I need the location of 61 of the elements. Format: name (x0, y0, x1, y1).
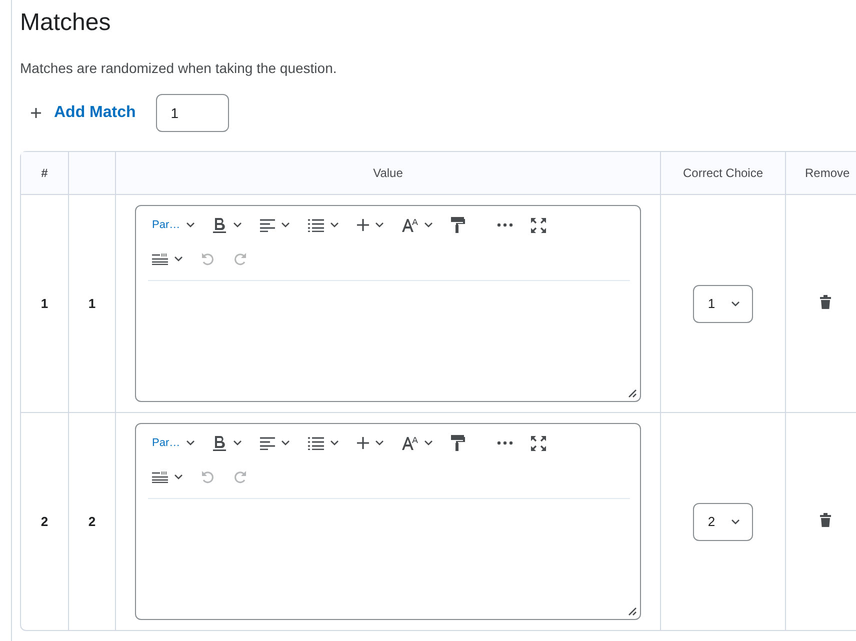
align-left-icon (260, 218, 276, 232)
font-size-icon (402, 218, 418, 232)
font-size-icon (402, 436, 418, 450)
trash-icon (820, 295, 831, 309)
rich-text-editor[interactable]: Par… (135, 423, 641, 620)
bold-icon (213, 435, 228, 451)
bulleted-list-icon (308, 436, 324, 450)
caret-icon (731, 518, 740, 524)
caret-icon (330, 222, 340, 228)
column-header: Correct Choice (682, 166, 764, 180)
paragraph-format-dropdown[interactable]: Par… (148, 212, 200, 238)
caret-icon (375, 440, 384, 446)
correct-choice-dropdown[interactable]: 2 (692, 502, 754, 540)
undo-icon (201, 470, 215, 484)
paragraph-format-dropdown[interactable]: Par… (148, 430, 200, 456)
caret-icon (186, 222, 196, 228)
plus-icon (357, 437, 370, 449)
caret-icon (174, 256, 183, 262)
trash-icon (820, 513, 831, 527)
column-header: Remove (805, 166, 850, 180)
fullscreen-icon (531, 218, 546, 232)
caret-icon (330, 440, 340, 446)
undo-icon (201, 252, 215, 266)
caret-icon (375, 222, 384, 228)
caret-icon (731, 300, 740, 306)
redo-icon (233, 470, 247, 484)
bold-icon (213, 217, 228, 233)
caret-icon (186, 440, 196, 446)
caret-icon (424, 222, 434, 228)
caret-icon (233, 222, 242, 228)
align-left-icon (260, 436, 276, 450)
match-count-field[interactable]: 1 (156, 94, 229, 132)
section-title: Matches (20, 8, 112, 38)
resize-handle-icon[interactable] (627, 388, 637, 398)
rich-text-editor[interactable]: Par… (135, 205, 641, 402)
paint-roller-icon (451, 217, 466, 233)
match-number: 1 (88, 296, 96, 311)
fullscreen-icon (531, 436, 546, 450)
more-icon (497, 441, 514, 445)
add-match-button[interactable]: Add Match (20, 96, 146, 130)
caret-icon (424, 440, 434, 446)
row-number: 2 (40, 514, 48, 529)
line-spacing-icon (152, 471, 168, 483)
resize-handle-icon[interactable] (627, 606, 637, 616)
redo-icon (233, 252, 247, 266)
line-spacing-icon (152, 253, 168, 265)
caret-icon (174, 474, 183, 480)
plus-icon (357, 219, 370, 231)
correct-choice-dropdown[interactable]: 1 (692, 284, 754, 322)
caret-icon (281, 222, 290, 228)
section-description: Matches are randomized when taking the question. (20, 60, 338, 76)
match-number: 2 (88, 514, 96, 529)
row-number: 1 (40, 296, 48, 311)
paint-roller-icon (451, 435, 466, 451)
more-icon (497, 223, 514, 227)
column-header: # (41, 166, 48, 180)
caret-icon (281, 440, 290, 446)
bulleted-list-icon (308, 218, 324, 232)
caret-icon (233, 440, 242, 446)
plus-icon (30, 107, 42, 119)
column-header: Value (373, 166, 403, 180)
